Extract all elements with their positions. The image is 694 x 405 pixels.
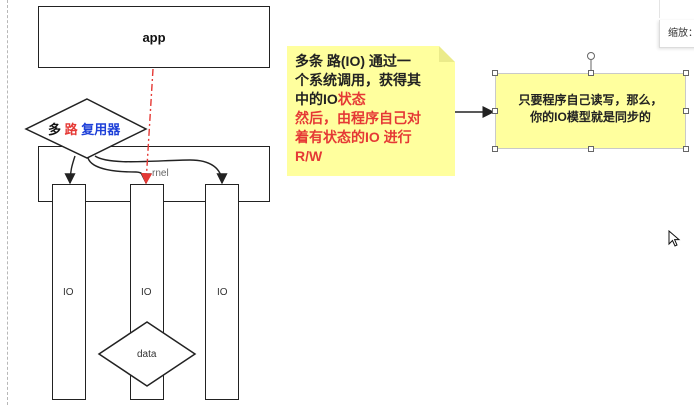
- note-line-3: 中的IO状态: [295, 91, 366, 107]
- arrow-mux-to-io-1: [64, 155, 76, 185]
- rotate-handle[interactable]: [587, 52, 595, 60]
- data-label: data: [137, 349, 157, 360]
- multiplexer-label: 多 路 复用器: [48, 119, 120, 138]
- resize-handle-top[interactable]: [588, 70, 594, 76]
- resize-handle-bottom[interactable]: [588, 146, 594, 152]
- note-line-4: 然后，由程序自己对: [295, 110, 421, 126]
- resize-handle-top-left[interactable]: [492, 70, 498, 76]
- diagram-canvas: 缩放： app 多: [0, 0, 694, 405]
- note-line-2: 个系统调用，获得其: [295, 72, 421, 88]
- note-line-6: R/W: [295, 148, 323, 164]
- right-note-line-1: 只要程序自己读写，那么，: [518, 93, 663, 107]
- mux-label-part-1: 多: [48, 122, 62, 137]
- kernel-label: rnel: [152, 168, 169, 179]
- note-line-5: 着有状态的IO 进行: [295, 129, 412, 145]
- mux-label-part-2: 路: [64, 122, 78, 137]
- mux-label-part-3: 复用器: [81, 122, 121, 137]
- resize-handle-bottom-left[interactable]: [492, 146, 498, 152]
- mouse-cursor-icon: [668, 230, 681, 247]
- resize-handle-top-right[interactable]: [683, 70, 689, 76]
- resize-handle-left[interactable]: [492, 108, 498, 114]
- explanation-note[interactable]: 多条 路(IO) 通过一 个系统调用，获得其 中的IO状态 然后，由程序自己对 …: [287, 46, 455, 176]
- note-folded-corner: [439, 46, 455, 62]
- io-label-1: IO: [63, 287, 74, 298]
- resize-handle-right[interactable]: [683, 108, 689, 114]
- io-label-2: IO: [141, 287, 152, 298]
- io-label-3: IO: [217, 287, 228, 298]
- right-note-line-2: 你的IO模型就是同步的: [530, 110, 651, 124]
- resize-handle-bottom-right[interactable]: [683, 146, 689, 152]
- red-dashed-arrow-app-to-io: [141, 68, 154, 185]
- note-line-1: 多条 路(IO) 通过一: [295, 53, 411, 69]
- sync-io-note[interactable]: 只要程序自己读写，那么， 你的IO模型就是同步的: [495, 73, 686, 149]
